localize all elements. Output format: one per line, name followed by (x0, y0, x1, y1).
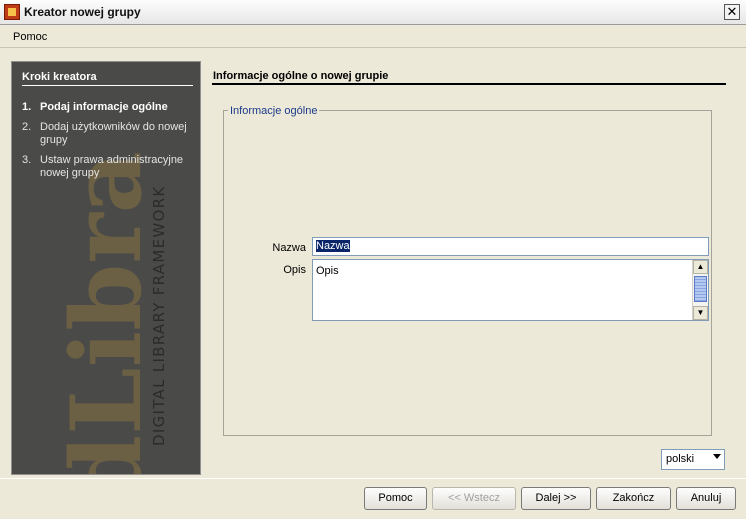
footer-divider (0, 478, 746, 479)
language-select[interactable]: polski (661, 449, 725, 470)
menu-bar: Pomoc (0, 26, 746, 48)
cancel-button[interactable]: Anuluj (676, 487, 736, 510)
step-number: 3. (22, 154, 32, 166)
step-number: 1. (22, 101, 32, 113)
step-2: 2. Dodaj użytkowników do nowej grupy (22, 121, 197, 147)
scroll-up-icon[interactable]: ▲ (693, 260, 708, 274)
section-divider (212, 83, 726, 85)
step-3: 3. Ustaw prawa administracyjne nowej gru… (22, 154, 197, 180)
step-label: Ustaw prawa administracyjne nowej grupy (40, 154, 184, 179)
window-title: Kreator nowej grupy (24, 5, 141, 19)
watermark-tagline: DIGITAL LIBRARY FRAMEWORK (150, 186, 168, 446)
next-button[interactable]: Dalej >> (521, 487, 591, 510)
menu-help[interactable]: Pomoc (13, 31, 47, 43)
finish-button[interactable]: Zakończ (596, 487, 671, 510)
name-label: Nazwa (272, 242, 306, 254)
chevron-down-icon (713, 454, 721, 459)
close-button[interactable]: ✕ (724, 4, 740, 20)
app-icon (4, 4, 20, 20)
name-input[interactable]: Nazwa (312, 237, 709, 256)
scroll-thumb[interactable] (694, 276, 707, 302)
language-select-value: polski (666, 453, 695, 465)
step-label: Dodaj użytkowników do nowej grupy (40, 121, 187, 146)
steps-list: 1. Podaj informacje ogólne 2. Dodaj użyt… (22, 101, 197, 187)
help-button[interactable]: Pomoc (364, 487, 427, 510)
section-title: Informacje ogólne o nowej grupie (213, 70, 389, 82)
wizard-steps-panel: dLibra DIGITAL LIBRARY FRAMEWORK Kroki k… (11, 61, 201, 475)
description-textarea[interactable]: Opis ▲ ▼ (312, 259, 709, 321)
description-label: Opis (283, 264, 306, 276)
step-number: 2. (22, 121, 32, 133)
step-label: Podaj informacje ogólne (40, 101, 168, 113)
watermark-logo-text: dLibra (50, 151, 163, 475)
title-bar: Kreator nowej grupy ✕ (0, 0, 746, 25)
name-input-value: Nazwa (316, 240, 350, 252)
steps-title: Kroki kreatora (22, 71, 193, 86)
back-button[interactable]: << Wstecz (432, 487, 516, 510)
group-legend: Informacje ogólne (228, 105, 320, 117)
step-1: 1. Podaj informacje ogólne (22, 101, 197, 114)
description-scrollbar[interactable]: ▲ ▼ (692, 260, 708, 320)
description-value: Opis (316, 265, 339, 277)
scroll-down-icon[interactable]: ▼ (693, 306, 708, 320)
